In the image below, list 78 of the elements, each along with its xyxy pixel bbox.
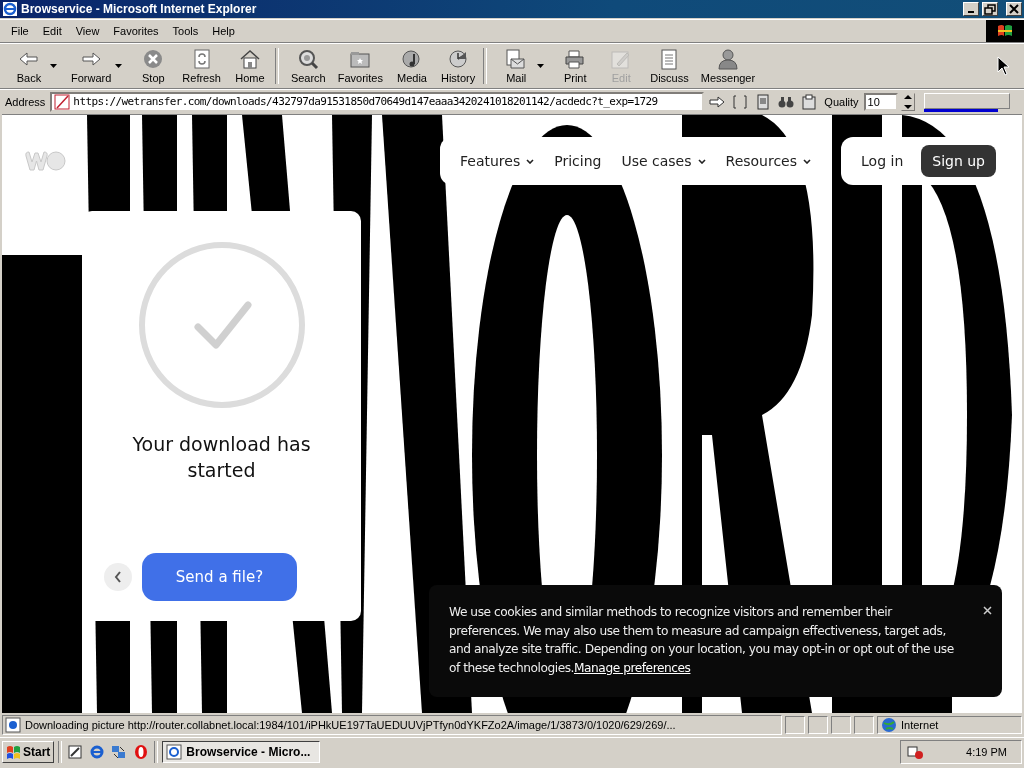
close-icon (1008, 3, 1020, 15)
quality-label: Quality (823, 95, 860, 108)
globe-icon (881, 717, 897, 733)
status-panel (785, 716, 805, 734)
chevron-left-icon (114, 571, 122, 583)
toolbar-button[interactable]: Search (282, 44, 330, 88)
network-status-icon (907, 743, 924, 760)
back-button[interactable] (104, 563, 132, 591)
spin-button[interactable] (900, 92, 915, 111)
toolbar-button[interactable]: Media (387, 44, 433, 88)
windows-flag-icon (6, 743, 21, 760)
toolbar-button[interactable]: Mail (491, 44, 551, 88)
logo-icon (24, 150, 66, 172)
page-icon (755, 93, 772, 110)
toolbar-button[interactable]: Discuss (642, 44, 693, 88)
toolbar-button[interactable]: Messenger (692, 44, 760, 88)
toolbar-button[interactable]: Favorites (329, 44, 387, 88)
mouse-cursor-icon (997, 56, 1010, 76)
zone-text: Internet (901, 719, 939, 731)
toolbar-button[interactable]: History (433, 44, 480, 88)
chevron-down-icon (803, 158, 812, 164)
quick-launch-button[interactable] (66, 743, 85, 760)
signup-button[interactable]: Sign up (921, 145, 996, 177)
quality-field[interactable]: 10 (863, 92, 898, 111)
opera-icon (133, 743, 150, 760)
manage-preferences-link[interactable]: Manage preferences (574, 660, 691, 675)
status-text: Downloading picture http://router.collabnet.local:1984/101/iPHkUE197TaUEDUUVjPTfyn0dYKFZo2A/image/1/3873/0/1020/629/269/... (25, 719, 676, 731)
restore-icon (984, 3, 996, 15)
pen-page-icon (67, 743, 84, 760)
window-title: Browservice - Microsoft Internet Explorer (21, 2, 258, 16)
toolbar-button[interactable]: Refresh (174, 44, 225, 88)
status-panel (854, 716, 874, 734)
address-label: Address (4, 95, 47, 108)
go-arrow-icon (709, 93, 726, 110)
start-button[interactable]: Start (2, 740, 55, 763)
check-circle-icon (137, 241, 306, 409)
restore-button[interactable] (982, 2, 998, 16)
nav-link[interactable]: Resources (717, 153, 820, 169)
broken-page-icon (54, 93, 71, 110)
clock-text: 4:19 PM (966, 745, 1007, 758)
clipboard-icon (801, 93, 818, 110)
menu-item[interactable]: Favorites (106, 23, 166, 39)
chevron-down-icon (526, 158, 535, 164)
cookie-text: We use cookies and similar methods to recognize visitors and remember their preferences. We may also use them to measure ad campaign effectiveness, target ads, and analyze site traffic. Depending on your location, you may opt-in or opt out of the use of these technologies.Manage preferences (449, 604, 955, 677)
toolbar-button[interactable]: Stop (128, 44, 175, 88)
toolbar-button[interactable]: Home (224, 44, 271, 88)
toolbar-button[interactable]: Forward (63, 44, 129, 88)
close-button[interactable] (1006, 2, 1022, 16)
download-message: Your download has started (131, 432, 312, 483)
network-icon (111, 743, 128, 760)
dropdown-arrow-icon (115, 64, 123, 68)
address-field[interactable]: https://wetransfer.com/downloads/432797da91531850d70649d147eaaa3420241018201142/acdedc?t_exp=1729 (50, 91, 705, 112)
minimize-icon (968, 11, 974, 13)
nav-link[interactable]: Use cases (613, 153, 714, 169)
login-link[interactable]: Log in (849, 153, 916, 169)
send-file-button[interactable]: Send a file? (142, 553, 297, 601)
nav-link[interactable]: Features (452, 153, 543, 169)
close-icon (983, 606, 992, 615)
menu-item[interactable]: Tools (165, 23, 206, 39)
menu-item[interactable]: Help (205, 23, 242, 39)
toolbar-button[interactable]: Back (4, 44, 63, 88)
menu-item[interactable]: File (4, 23, 36, 39)
nav-link[interactable]: Pricing (546, 153, 610, 169)
menu-item[interactable]: Edit (35, 23, 69, 39)
search-icon (296, 48, 321, 70)
toolbar-button[interactable]: Print (550, 44, 597, 88)
download-button[interactable] (923, 92, 1010, 109)
chevron-down-icon (697, 158, 706, 164)
status-panel (808, 716, 828, 734)
dropdown-arrow-icon (537, 64, 545, 68)
status-panel (831, 716, 851, 734)
page-icon (5, 717, 21, 733)
dropdown-arrow-icon (50, 64, 57, 68)
minimize-button[interactable] (963, 2, 979, 16)
person-icon (715, 48, 740, 70)
bracket-icon (732, 93, 749, 110)
taskbar-button[interactable]: Browservice - Micro... (162, 740, 321, 763)
menu-item[interactable]: View (68, 23, 107, 39)
